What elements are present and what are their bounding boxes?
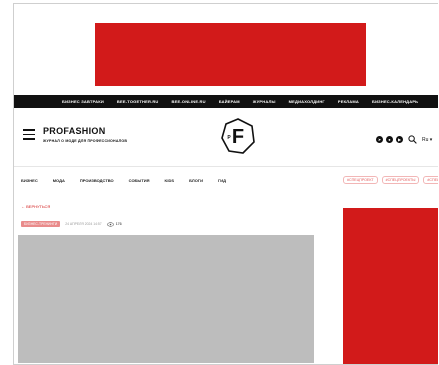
views-count: 176: [115, 222, 122, 226]
eye-icon: [106, 221, 114, 227]
back-link[interactable]: ← Вернуться: [21, 204, 50, 209]
brand-tagline: ЖУРНАЛ О МОДЕ ДЛЯ ПРОФЕССИОНАЛОВ: [43, 139, 128, 143]
category-production[interactable]: Производство: [80, 178, 114, 183]
vk-icon[interactable]: ●: [386, 136, 393, 143]
article-meta: Бизнес-тренинги 24 апреля 2024 14:57 176: [21, 221, 122, 227]
topnav-item-advertising[interactable]: Реклама: [338, 99, 359, 104]
telegram-icon[interactable]: ➤: [376, 136, 383, 143]
search-icon[interactable]: [408, 135, 417, 144]
category-blogs[interactable]: Блоги: [189, 178, 203, 183]
language-selector[interactable]: Ru ▾: [422, 137, 432, 143]
topnav-item-business-breakfasts[interactable]: Бизнес завтраки: [62, 99, 104, 104]
top-ad-banner[interactable]: [95, 23, 366, 86]
social-links: ➤ ● ▶ Ru ▾: [376, 135, 432, 144]
category-fashion[interactable]: Мода: [53, 178, 65, 183]
topnav-item-bee-online[interactable]: BEE-ONLINE.RU: [172, 99, 206, 104]
category-guide[interactable]: Гид: [218, 178, 226, 183]
topnav-item-buyers[interactable]: Байерам: [219, 99, 240, 104]
hamburger-menu-icon[interactable]: [23, 129, 35, 140]
article-date: 24 апреля 2024 14:57: [65, 222, 102, 226]
topnav-item-business-calendar[interactable]: Бизнес-календарь: [372, 99, 418, 104]
article-tag[interactable]: Бизнес-тренинги: [21, 221, 61, 227]
brand-name[interactable]: PROFASHION: [43, 126, 106, 136]
profashion-logo-icon[interactable]: F P: [221, 118, 255, 154]
language-label: Ru: [422, 136, 429, 143]
browser-viewport: Бизнес завтраки BEE-TOGETHER.RU BEE-ONLI…: [13, 3, 438, 365]
side-ad-banner[interactable]: [343, 208, 438, 364]
category-business[interactable]: Бизнес: [21, 178, 38, 183]
site-header: PROFASHION ЖУРНАЛ О МОДЕ ДЛЯ ПРОФЕССИОНА…: [14, 108, 438, 167]
special-project-pill-2[interactable]: #Спецпроект: [423, 176, 438, 184]
topnav-item-magazines[interactable]: Журналы: [253, 99, 276, 104]
category-events[interactable]: События: [129, 178, 150, 183]
article-hero-image: [18, 235, 314, 363]
logo-small-letter: P: [227, 135, 231, 141]
topnav-item-bee-together[interactable]: BEE-TOGETHER.RU: [117, 99, 159, 104]
special-projects-pill[interactable]: #Спецпроекты: [381, 176, 420, 184]
top-navigation-bar: Бизнес завтраки BEE-TOGETHER.RU BEE-ONLI…: [14, 95, 438, 108]
youtube-icon[interactable]: ▶: [396, 136, 403, 143]
category-kids[interactable]: Kids: [165, 178, 175, 183]
special-project-pill[interactable]: #Спецпроект: [343, 176, 378, 184]
category-navigation: Бизнес Мода Производство События Kids Бл…: [14, 175, 438, 185]
topnav-item-media-holding[interactable]: Медиахолдинг: [289, 99, 325, 104]
logo-letter: F: [232, 126, 244, 148]
